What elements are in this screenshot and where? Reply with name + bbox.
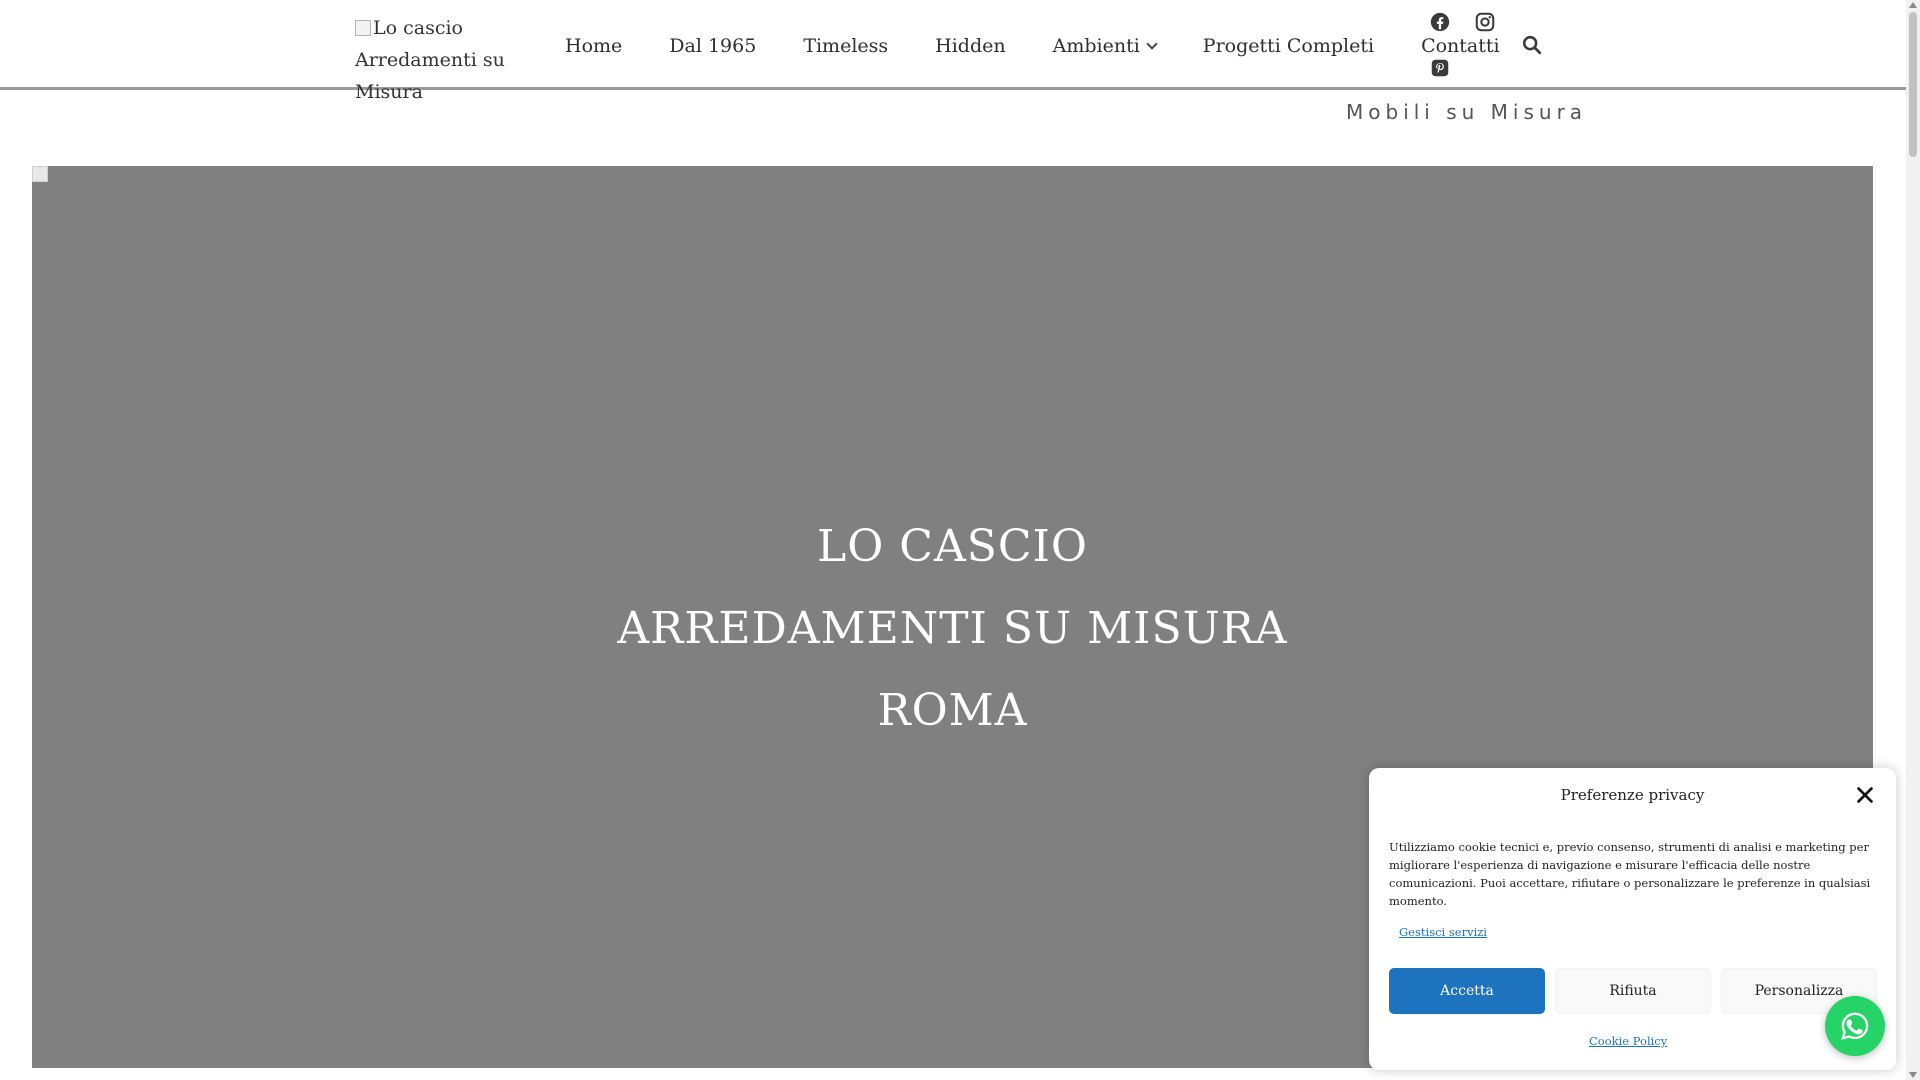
page-scrollbar[interactable] [1906,0,1920,1080]
cookie-policy-link[interactable]: Cookie Policy [1589,1034,1667,1048]
instagram-icon[interactable] [1474,11,1496,33]
whatsapp-icon [1841,1012,1869,1040]
facebook-icon[interactable] [1429,11,1451,33]
pinterest-icon[interactable] [1429,57,1451,79]
nav-contatti[interactable]: Contatti [1421,35,1500,57]
manage-services-link[interactable]: Gestisci servizi [1399,925,1487,939]
main-nav: Home Dal 1965 Timeless Hidden Ambienti P… [565,30,1500,62]
site-tagline: Mobili su Misura [1346,100,1588,124]
whatsapp-chat-button[interactable] [1825,996,1885,1056]
close-icon[interactable] [1854,784,1876,806]
hero-title-line-3: ROMA [877,685,1028,736]
site-header: Lo cascio Arredamenti su Misura Home Dal… [0,0,1906,103]
site-logo[interactable]: Lo cascio Arredamenti su Misura [355,12,550,103]
nav-ambienti[interactable]: Ambienti [1052,35,1158,57]
scroll-down-icon[interactable] [1909,1072,1917,1078]
accept-button[interactable]: Accetta [1389,968,1545,1014]
nav-hidden[interactable]: Hidden [935,35,1005,57]
nav-ambienti-label: Ambienti [1052,35,1140,57]
broken-image-icon [355,20,371,36]
cookie-consent-banner: Preferenze privacy Utilizziamo cookie te… [1369,768,1896,1070]
nav-dal-1965[interactable]: Dal 1965 [669,35,756,57]
hero-title: LO CASCIO ARREDAMENTI SU MISURA ROMA [32,506,1873,752]
hero-title-line-1: LO CASCIO [817,521,1088,572]
scroll-up-icon[interactable] [1909,2,1917,8]
search-icon[interactable] [1521,34,1543,56]
cookie-banner-text: Utilizziamo cookie tecnici e, previo con… [1389,840,1871,908]
chevron-down-icon [1146,38,1158,50]
hero-title-line-2: ARREDAMENTI SU MISURA [617,603,1288,654]
logo-alt-text: Lo cascio Arredamenti su Misura [355,17,505,103]
nav-progetti-completi[interactable]: Progetti Completi [1203,35,1374,57]
nav-home[interactable]: Home [565,35,622,57]
scrollbar-thumb[interactable] [1909,12,1917,157]
cookie-banner-title: Preferenze privacy [1560,786,1705,804]
broken-image-icon [32,166,48,182]
deny-button[interactable]: Rifiuta [1555,968,1711,1014]
nav-timeless[interactable]: Timeless [803,35,888,57]
